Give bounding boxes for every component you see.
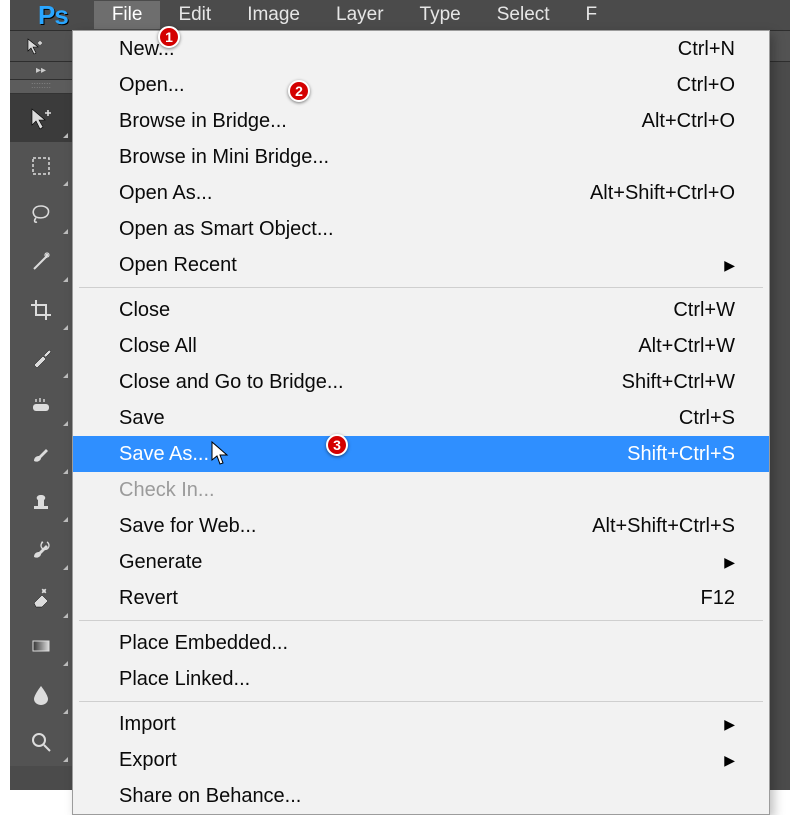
stamp-tool[interactable] <box>10 478 72 526</box>
menuitem-save-as[interactable]: Save As...Shift+Ctrl+S <box>73 436 769 472</box>
menuitem-browse-bridge[interactable]: Browse in Bridge...Alt+Ctrl+O <box>73 103 769 139</box>
history-brush-tool[interactable] <box>10 526 72 574</box>
menuitem-revert[interactable]: RevertF12 <box>73 580 769 616</box>
lasso-tool[interactable] <box>10 190 72 238</box>
submenu-arrow-icon: ▶ <box>724 547 735 577</box>
menuitem-close-go-bridge[interactable]: Close and Go to Bridge...Shift+Ctrl+W <box>73 364 769 400</box>
move-tool-indicator-icon <box>24 35 46 57</box>
menuitem-generate[interactable]: Generate▶ <box>73 544 769 580</box>
menu-edit[interactable]: Edit <box>160 1 229 29</box>
gradient-tool[interactable] <box>10 622 72 670</box>
menuitem-open-recent[interactable]: Open Recent▶ <box>73 247 769 283</box>
mouse-cursor-icon <box>210 440 230 466</box>
menuitem-export[interactable]: Export▶ <box>73 742 769 778</box>
menu-separator <box>79 287 763 288</box>
submenu-arrow-icon: ▶ <box>724 250 735 280</box>
menubar: Ps File Edit Image Layer Type Select F <box>10 0 790 30</box>
menuitem-save[interactable]: SaveCtrl+S <box>73 400 769 436</box>
submenu-arrow-icon: ▶ <box>724 709 735 739</box>
app-logo: Ps <box>38 0 68 31</box>
marquee-tool[interactable] <box>10 142 72 190</box>
menuitem-save-for-web[interactable]: Save for Web...Alt+Shift+Ctrl+S <box>73 508 769 544</box>
photoshop-window: Ps File Edit Image Layer Type Select F ▸… <box>10 0 790 790</box>
menuitem-place-linked[interactable]: Place Linked... <box>73 661 769 697</box>
toolbox-collapse-icon[interactable]: ▸▸ <box>10 62 72 80</box>
blur-tool[interactable] <box>10 670 72 718</box>
file-menu-dropdown: New...Ctrl+N Open...Ctrl+O Browse in Bri… <box>72 30 770 815</box>
submenu-arrow-icon: ▶ <box>724 745 735 775</box>
move-tool[interactable] <box>10 94 72 142</box>
menu-select[interactable]: Select <box>479 1 568 29</box>
eyedropper-tool[interactable] <box>10 334 72 382</box>
zoom-tool[interactable] <box>10 718 72 766</box>
healing-brush-tool[interactable] <box>10 382 72 430</box>
menu-layer[interactable]: Layer <box>318 1 402 29</box>
wand-tool[interactable] <box>10 238 72 286</box>
menuitem-share-behance[interactable]: Share on Behance... <box>73 778 769 814</box>
annotation-badge-2: 2 <box>288 80 310 102</box>
menuitem-close[interactable]: CloseCtrl+W <box>73 292 769 328</box>
toolbox-grip: :::::::: <box>10 80 72 94</box>
annotation-badge-3: 3 <box>326 434 348 456</box>
crop-tool[interactable] <box>10 286 72 334</box>
brush-tool[interactable] <box>10 430 72 478</box>
menu-more[interactable]: F <box>568 1 616 29</box>
menuitem-open[interactable]: Open...Ctrl+O <box>73 67 769 103</box>
menu-type[interactable]: Type <box>402 1 479 29</box>
menu-separator <box>79 701 763 702</box>
menuitem-close-all[interactable]: Close AllAlt+Ctrl+W <box>73 328 769 364</box>
toolbox: ▸▸ :::::::: <box>10 62 72 766</box>
menu-separator <box>79 620 763 621</box>
menuitem-place-embedded[interactable]: Place Embedded... <box>73 625 769 661</box>
eraser-tool[interactable] <box>10 574 72 622</box>
menuitem-browse-mini-bridge[interactable]: Browse in Mini Bridge... <box>73 139 769 175</box>
menuitem-import[interactable]: Import▶ <box>73 706 769 742</box>
annotation-badge-1: 1 <box>158 26 180 48</box>
menuitem-open-as[interactable]: Open As...Alt+Shift+Ctrl+O <box>73 175 769 211</box>
menu-file[interactable]: File <box>94 1 161 29</box>
menuitem-check-in: Check In... <box>73 472 769 508</box>
menuitem-open-smart-object[interactable]: Open as Smart Object... <box>73 211 769 247</box>
menu-image[interactable]: Image <box>229 1 318 29</box>
